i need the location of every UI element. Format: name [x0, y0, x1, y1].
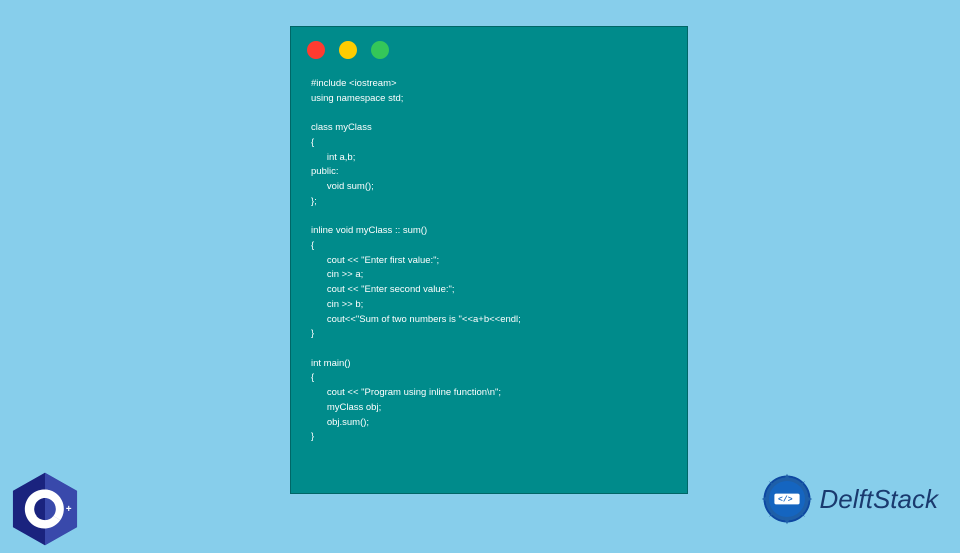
svg-text:+: +	[66, 504, 72, 515]
minimize-dot-icon	[339, 41, 357, 59]
close-dot-icon	[307, 41, 325, 59]
cpp-logo-icon: + +	[10, 470, 80, 548]
svg-text:</>: </>	[778, 496, 793, 505]
delftstack-logo: </> DelftStack	[760, 472, 939, 526]
maximize-dot-icon	[371, 41, 389, 59]
window-controls	[291, 27, 687, 69]
delftstack-label: DelftStack	[820, 484, 939, 515]
code-window: #include <iostream> using namespace std;…	[290, 26, 688, 494]
svg-text:+: +	[58, 504, 64, 515]
code-content: #include <iostream> using namespace std;…	[291, 69, 687, 453]
delftstack-gear-icon: </>	[760, 472, 814, 526]
